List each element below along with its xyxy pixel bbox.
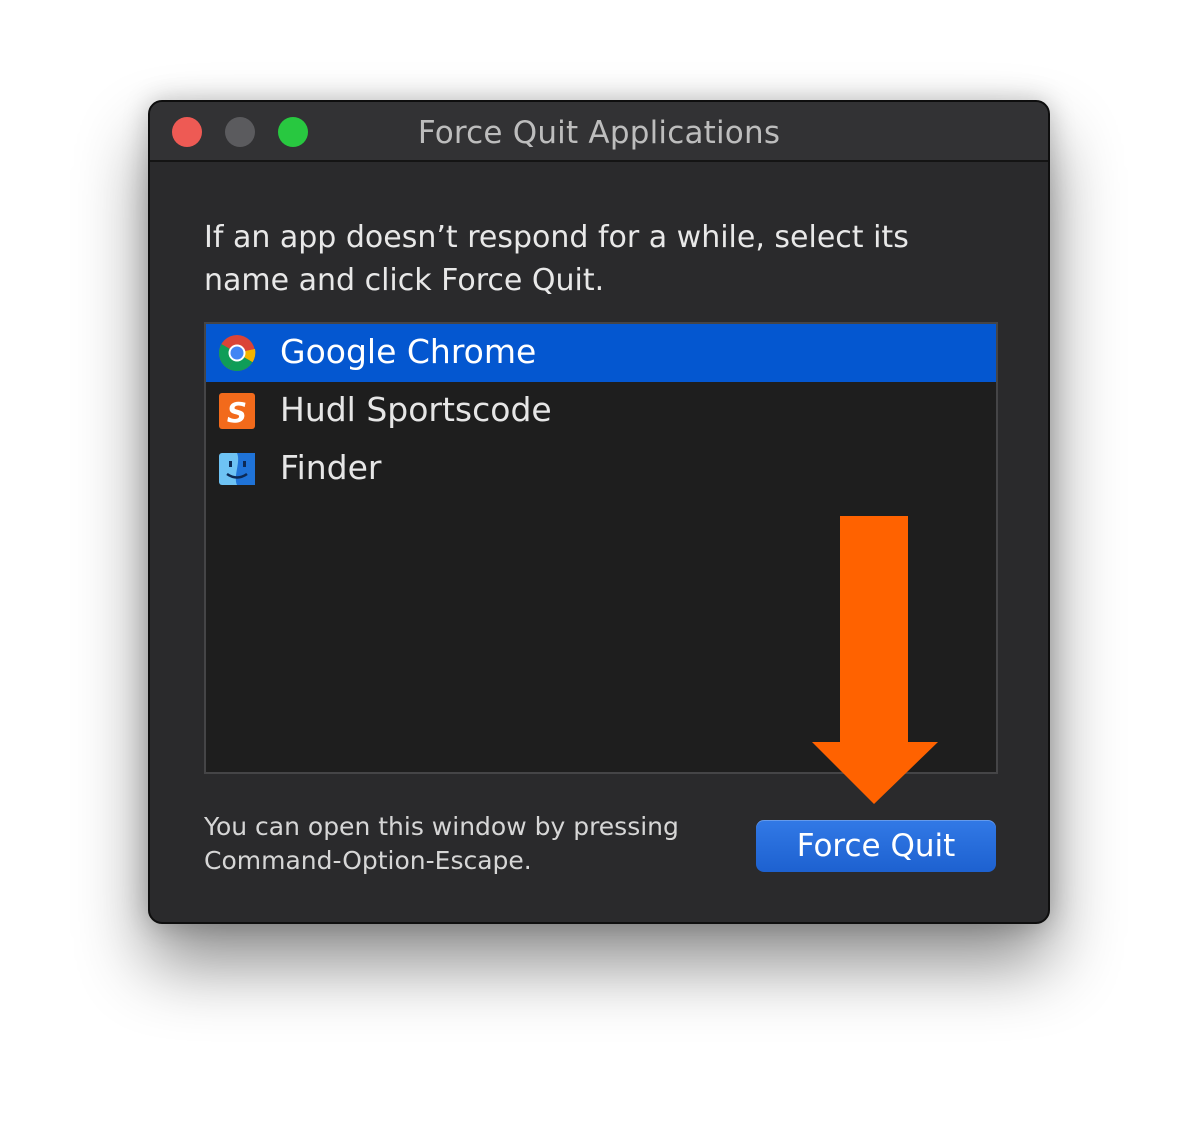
shortcut-hint-text: You can open this window by pressing Com…	[204, 812, 679, 875]
force-quit-window: Force Quit Applications If an app doesn’…	[148, 100, 1050, 924]
annotation-arrow-icon	[812, 516, 938, 804]
window-title: Force Quit Applications	[417, 115, 781, 151]
force-quit-button[interactable]: Force Quit	[756, 820, 996, 872]
finder-icon	[219, 453, 255, 485]
app-row-google-chrome[interactable]: Google Chrome	[206, 324, 996, 382]
app-name: Finder	[280, 448, 382, 487]
chrome-icon	[218, 335, 256, 372]
svg-text:S: S	[227, 396, 247, 429]
title-bar[interactable]: Force Quit Applications	[150, 102, 1048, 162]
instructions-text: If an app doesn’t respond for a while, s…	[204, 220, 909, 298]
sportscode-icon: S	[219, 393, 255, 429]
screenshot-stage: Force Quit Applications If an app doesn’…	[0, 0, 1200, 1123]
app-row-hudl-sportscode[interactable]: S Hudl Sportscode	[206, 382, 996, 440]
app-name: Google Chrome	[280, 332, 537, 371]
app-row-finder[interactable]: Finder	[206, 440, 996, 498]
app-name: Hudl Sportscode	[280, 390, 552, 429]
